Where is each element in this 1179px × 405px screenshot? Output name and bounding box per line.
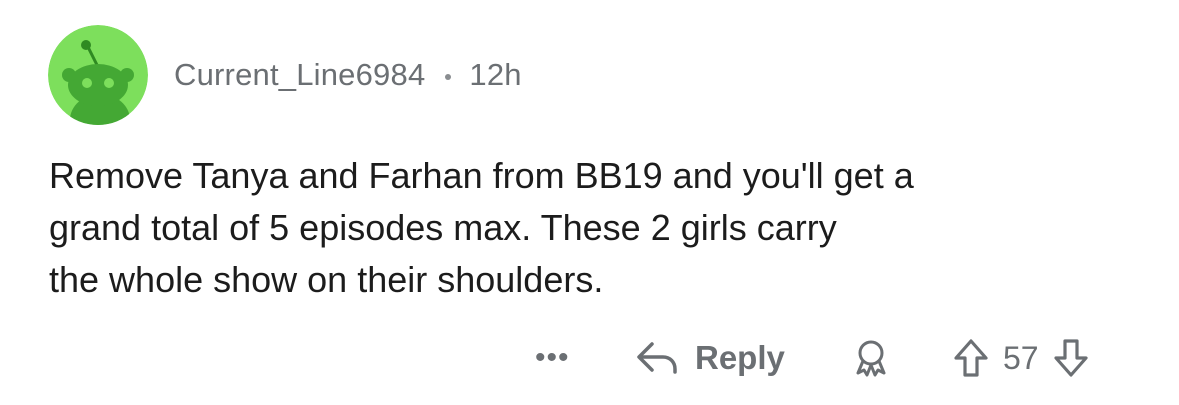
reply-arrow-icon	[635, 340, 679, 376]
comment-age: 12h	[469, 57, 522, 92]
downvote-arrow-icon[interactable]	[1053, 338, 1089, 378]
comment-body-line: Remove Tanya and Farhan from BB19 and yo…	[49, 155, 914, 196]
vote-score: 57	[1003, 339, 1039, 376]
snoo-avatar-icon[interactable]	[48, 25, 148, 125]
separator-dot	[445, 74, 452, 80]
vote-controls: 57	[953, 333, 1089, 383]
comment-meta: Current_Line6984 12h	[174, 57, 522, 93]
more-options-button[interactable]: •••	[535, 333, 570, 383]
award-icon[interactable]	[852, 339, 890, 377]
comment-actions: ••• Reply 57	[0, 333, 1179, 383]
reply-button[interactable]: Reply	[635, 333, 785, 383]
comment-body-line: the whole show on their shoulders.	[49, 259, 604, 300]
comment-body-line: grand total of 5 episodes max. These 2 g…	[49, 207, 837, 248]
reply-label: Reply	[695, 339, 785, 376]
username-link[interactable]: Current_Line6984	[174, 57, 425, 93]
comment: Current_Line6984 12h Remove Tanya and Fa…	[0, 0, 1179, 405]
comment-header: Current_Line6984 12h	[48, 25, 522, 125]
comment-body: Remove Tanya and Farhan from BB19 and yo…	[49, 150, 1149, 306]
upvote-arrow-icon[interactable]	[953, 338, 989, 378]
